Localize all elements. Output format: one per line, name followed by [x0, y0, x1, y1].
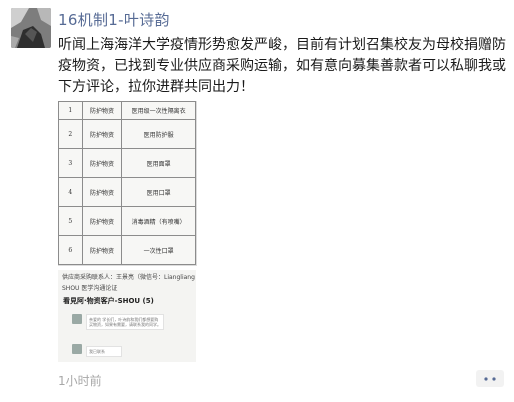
table-cell: 防护物资	[81, 119, 123, 149]
supplies-table: 1 防护物资 医用级一次性隔离衣 2 防护物资 医用防护服 3 防护物资 医用面…	[58, 101, 196, 265]
table-row: 4 防护物资 医用口罩	[58, 177, 196, 207]
table-cell: 6	[58, 235, 83, 265]
table-cell: 医用级一次性隔离衣	[121, 101, 196, 120]
more-button[interactable]	[476, 370, 504, 387]
avatar[interactable]	[11, 8, 51, 48]
table-row: 2 防护物资 医用防护服	[58, 119, 196, 149]
chat-group-title: 看見阿·物资客户-SHOU (5)	[63, 297, 154, 305]
chat-bubble: 亲爱的 学长们，叶诗韵和我们都想要购买物资，如果有需要，请联系我的同学。	[86, 314, 164, 330]
table-cell: 消毒酒精（有喷嘴）	[121, 206, 196, 236]
table-cell: 防护物资	[81, 177, 123, 207]
post-text-line: 疫物资，已找到专业供应商采购运输，如有意向募集善款者可以私聊我或	[58, 58, 506, 74]
supplier-contact-line: 供应商采购联系人：王景亮（微信号：Liangliang	[62, 274, 195, 281]
post-time: 1小时前	[58, 374, 102, 388]
table-cell: 防护物资	[81, 148, 123, 178]
table-cell: 防护物资	[81, 235, 123, 265]
chat-screenshot-photo[interactable]: 供应商采购联系人：王景亮（微信号：Liangliang SHOU 医学沟通论证 …	[58, 270, 196, 362]
table-cell: 一次性口罩	[121, 235, 196, 265]
table-cell: 医用面罩	[121, 148, 196, 178]
table-cell: 1	[58, 101, 83, 120]
post-content: 听闻上海海洋大学疫情形势愈发严峻，目前有计划召集校友为母校捐赠防 疫物资，已找到…	[58, 35, 506, 98]
table-cell: 防护物资	[81, 206, 123, 236]
table-cell: 医用口罩	[121, 177, 196, 207]
table-cell: 5	[58, 206, 83, 236]
table-row: 5 防护物资 消毒酒精（有喷嘴）	[58, 206, 196, 236]
more-dots-icon	[484, 376, 496, 381]
chat-avatar	[72, 344, 82, 354]
post-text-line: 听闻上海海洋大学疫情形势愈发严峻，目前有计划召集校友为母校捐赠防	[58, 37, 506, 53]
chat-bubble: 我已联系	[86, 346, 122, 357]
author-name[interactable]: 16机制1-叶诗韵	[58, 9, 170, 30]
table-row: 6 防护物资 一次性口罩	[58, 235, 196, 265]
chat-avatar	[72, 314, 82, 324]
table-cell: 3	[58, 148, 83, 178]
table-cell: 2	[58, 119, 83, 149]
table-cell: 医用防护服	[121, 119, 196, 149]
table-row: 1 防护物资 医用级一次性隔离衣	[58, 101, 196, 120]
chat-subtitle: SHOU 医学沟通论证	[62, 285, 118, 292]
post-text-line: 下方评论，拉你进群共同出力！	[58, 79, 254, 95]
moments-post: 16机制1-叶诗韵 听闻上海海洋大学疫情形势愈发严峻，目前有计划召集校友为母校捐…	[0, 0, 514, 402]
table-row: 3 防护物资 医用面罩	[58, 148, 196, 178]
supplies-table-photo[interactable]: 1 防护物资 医用级一次性隔离衣 2 防护物资 医用防护服 3 防护物资 医用面…	[58, 101, 197, 266]
table-cell: 防护物资	[81, 101, 123, 120]
table-cell: 4	[58, 177, 83, 207]
